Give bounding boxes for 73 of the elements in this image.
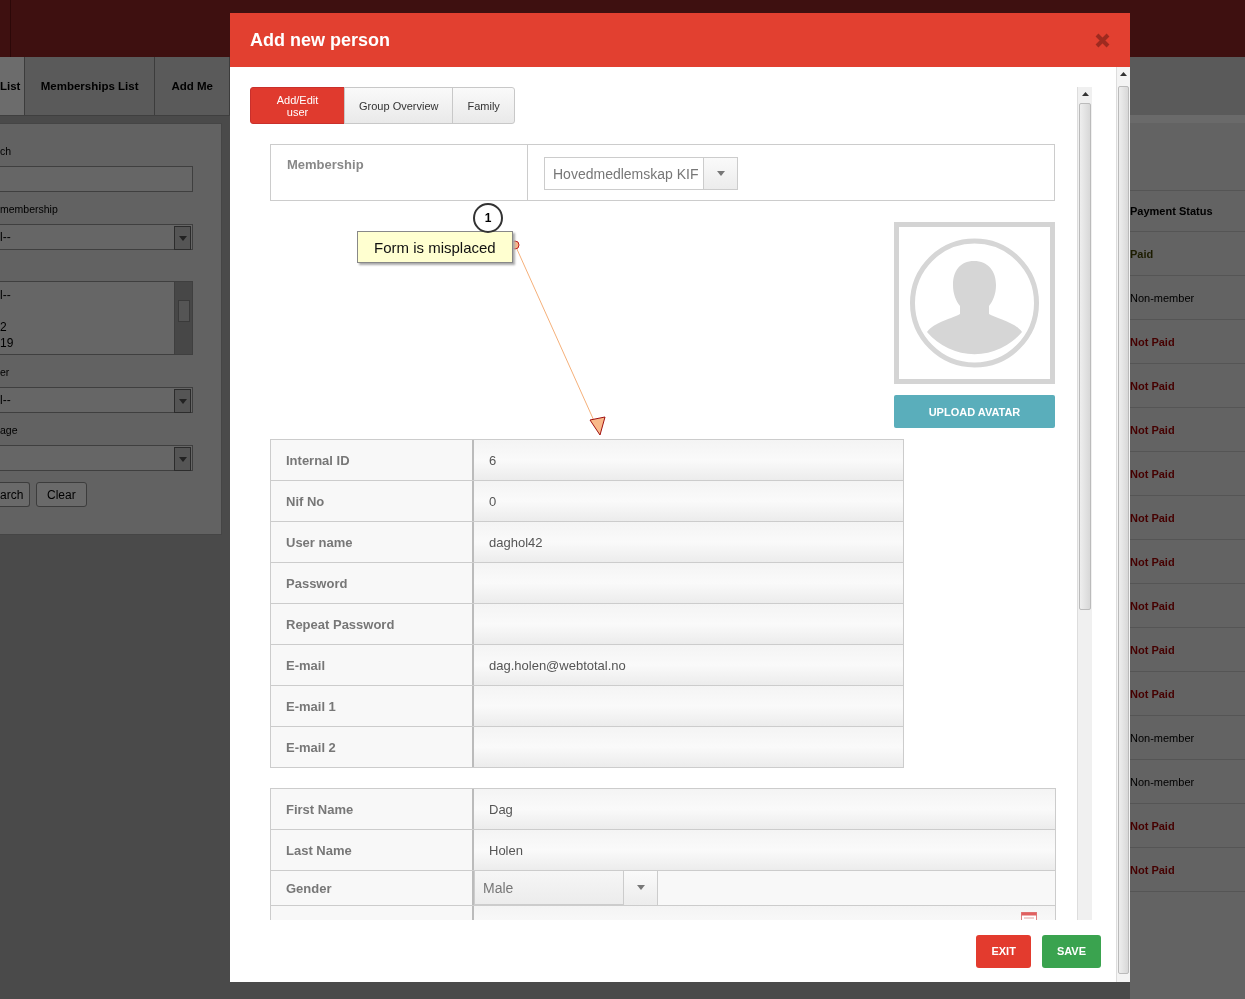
filter-button[interactable]: Clear [36, 482, 87, 507]
payment-status: Not Paid [1130, 643, 1175, 656]
exit-button[interactable]: EXIT [976, 934, 1031, 968]
payment-status: Non-member [1130, 291, 1195, 304]
tab[interactable]: Family [452, 87, 515, 124]
payment-status: Not Paid [1130, 819, 1175, 832]
tab[interactable]: Group Overview [344, 87, 454, 124]
scroll-up-icon[interactable] [1081, 92, 1089, 96]
payment-status: Not Paid [1130, 467, 1175, 480]
field-label: Password [271, 563, 472, 603]
field-label: User name [271, 522, 472, 562]
field-label: E-mail [271, 645, 472, 685]
text-field[interactable]: dag.holen@webtotal.no [472, 645, 903, 685]
payment-status: Not Paid [1130, 511, 1175, 524]
select-field[interactable]: l-- [0, 224, 193, 250]
payment-status: Not Paid [1130, 423, 1175, 436]
payment-status: Non-member [1130, 775, 1195, 788]
dropdown-arrow-icon [178, 398, 187, 404]
field-label: er [0, 366, 11, 380]
scrollbar[interactable] [1116, 67, 1130, 982]
text-field[interactable]: Dag [472, 789, 1055, 829]
text-field[interactable] [472, 563, 903, 603]
select-field[interactable] [0, 445, 193, 471]
save-button[interactable]: SAVE [1041, 934, 1101, 968]
text-field[interactable]: 0 [472, 481, 903, 521]
dropdown-arrow-icon [716, 171, 725, 176]
field-label: First Name [271, 789, 472, 829]
payment-status: Paid [1130, 247, 1154, 260]
field-label: Internal ID [271, 440, 472, 480]
payment-status: Not Paid [1130, 379, 1175, 392]
select-field[interactable]: l-- [0, 387, 193, 413]
text-field[interactable] [472, 604, 903, 644]
field-label: Nif No [271, 481, 472, 521]
field-label: Membership [287, 157, 364, 172]
dropdown-arrow-icon [178, 235, 187, 241]
search-field[interactable] [0, 166, 193, 192]
calendar-icon[interactable] [1021, 912, 1037, 920]
field-label: age [0, 424, 19, 438]
payment-status: Not Paid [1130, 599, 1175, 612]
payment-status: Non-member [1130, 731, 1195, 744]
list-box[interactable]: l-- 2 19 [0, 281, 193, 355]
close-icon[interactable] [1095, 32, 1110, 48]
payment-status: Not Paid [1130, 687, 1175, 700]
dropdown-arrow-icon [178, 456, 187, 462]
field-label: E-mail 1 [271, 686, 472, 726]
dropdown-arrow-icon [636, 885, 645, 890]
field-label: E-mail 2 [271, 727, 472, 767]
avatar-placeholder-icon [894, 222, 1055, 384]
field-label: ch [0, 145, 13, 159]
annotation-note: Form is misplaced [357, 231, 513, 263]
tab[interactable]: Add/Edit user [250, 87, 345, 124]
payment-status: Not Paid [1130, 335, 1175, 348]
text-field[interactable] [472, 686, 903, 726]
payment-status: Not Paid [1130, 863, 1175, 876]
field-label: membership [0, 203, 59, 217]
tab[interactable]: List [0, 57, 25, 115]
field-label: Repeat Password [271, 604, 472, 644]
annotation-number: 1 [473, 203, 503, 233]
membership-select[interactable]: Hovedmedlemskap KIF [544, 157, 738, 190]
field-label: Last Name [271, 830, 472, 870]
text-field[interactable]: Holen [472, 830, 1055, 870]
dialog-title: Add new person [250, 29, 390, 51]
gender-select[interactable]: Male [474, 871, 658, 905]
scrollbar[interactable] [1077, 87, 1092, 920]
upload-avatar-button[interactable]: UPLOAD AVATAR [894, 395, 1055, 428]
tab[interactable]: Memberships List [24, 57, 156, 115]
text-field[interactable]: 6 [472, 440, 903, 480]
text-field[interactable] [472, 727, 903, 767]
field-label: Gender [271, 871, 472, 905]
text-field[interactable]: daghol42 [472, 522, 903, 562]
scroll-up-icon[interactable] [1120, 72, 1127, 76]
filter-button[interactable]: arch [0, 482, 30, 507]
payment-status: Not Paid [1130, 555, 1175, 568]
